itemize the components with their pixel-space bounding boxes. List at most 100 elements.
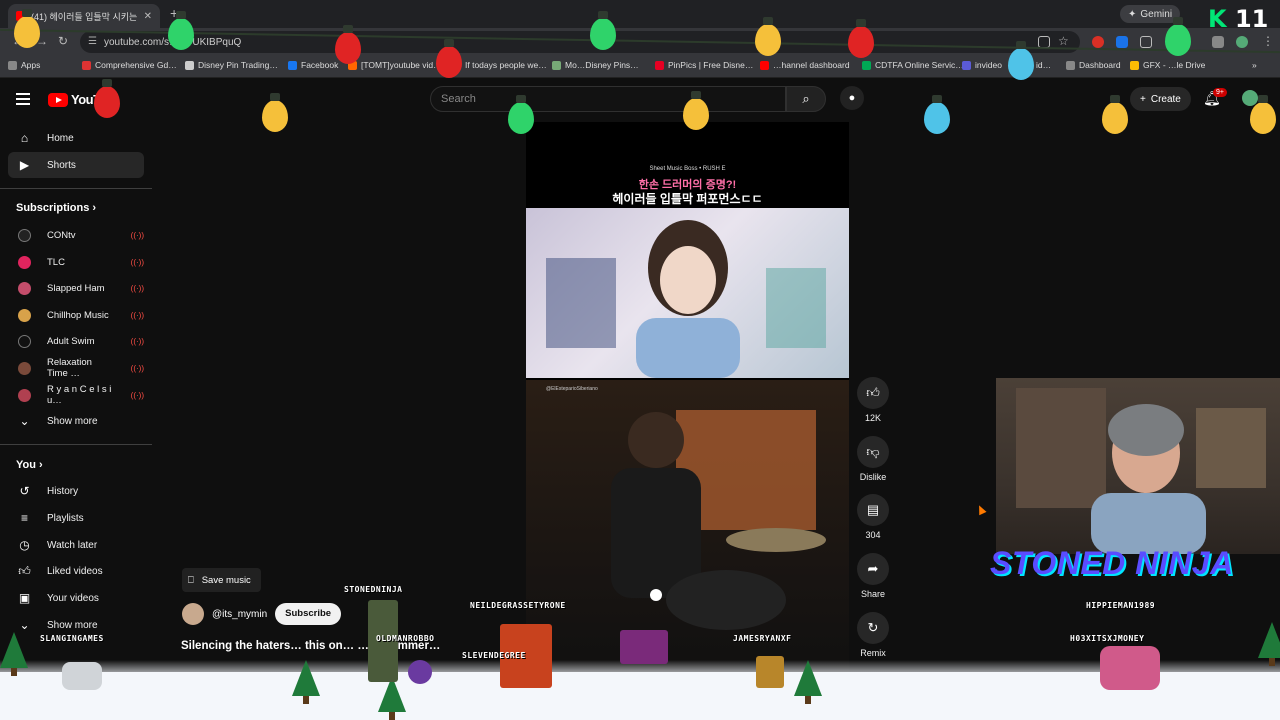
bookmark-icon: ⎕	[188, 574, 194, 586]
extension-red-icon[interactable]	[1092, 36, 1104, 48]
reload-icon[interactable]: ↻	[58, 34, 68, 48]
bookmark-item[interactable]: invideo	[962, 60, 1002, 70]
share-button[interactable]: ➦ Share	[857, 553, 889, 599]
live-icon: ((·))	[130, 336, 144, 346]
light-bulb-icon	[924, 95, 950, 134]
sidebar-item-slapped-ham[interactable]: Slapped Ham ((·))	[8, 275, 144, 301]
live-icon: ((·))	[130, 363, 144, 373]
bookmark-label: GFX - …le Drive	[1143, 60, 1206, 70]
extension-blue-icon[interactable]	[1116, 36, 1128, 48]
short-handle-overlay: @ElEsteparioSiberiano	[546, 386, 598, 392]
gemini-button[interactable]: ✦ Gemini	[1120, 5, 1181, 23]
short-video-player[interactable]: Sheet Music Boss • RUSH E 한손 드러머의 증명?! 헤…	[526, 122, 849, 678]
bookmark-item[interactable]: [TOMT]youtube vid…	[348, 60, 442, 70]
bookmark-item[interactable]: Comprehensive Gd…	[82, 60, 177, 70]
voice-search-button[interactable]: ●	[840, 86, 864, 110]
remix-icon: ↻	[857, 612, 889, 644]
home-icon: ⌂	[20, 131, 29, 145]
like-button[interactable]: 👍︎ 12K	[857, 377, 889, 423]
sidebar-item-chillhop[interactable]: Chillhop Music ((·))	[8, 302, 144, 328]
channel-handle[interactable]: @its_mymin	[212, 609, 267, 620]
tab-close-icon[interactable]: ✕	[144, 11, 152, 22]
sidebar-item-your-videos[interactable]: ▣ Your videos	[8, 585, 144, 611]
sidebar-item-relaxation-time[interactable]: Relaxation Time … ((·))	[8, 355, 144, 381]
bookmark-item[interactable]: Facebook	[288, 60, 338, 70]
sidebar-item-history[interactable]: ↺ History	[8, 478, 144, 504]
save-music-button[interactable]: ⎕ Save music	[182, 568, 261, 592]
game-sprite-pony	[1100, 646, 1160, 690]
bookmark-favicon-icon	[862, 60, 871, 70]
search-input[interactable]: Search	[430, 86, 786, 112]
sidebar-item-contv[interactable]: CONtv ((·))	[8, 222, 144, 248]
sidebar-item-label: Playlists	[47, 512, 84, 524]
snow-ground	[0, 672, 1280, 720]
bookmark-item[interactable]: PinPics | Free Disne…	[655, 60, 753, 70]
channel-avatar[interactable]	[182, 603, 204, 625]
plus-icon: +	[1140, 93, 1146, 105]
bookmark-item[interactable]: GFX - …le Drive	[1130, 60, 1205, 70]
more-bookmarks-icon[interactable]: »	[1252, 60, 1257, 70]
bookmark-item[interactable]: id…	[1036, 60, 1051, 70]
comment-icon: ▤	[857, 494, 889, 526]
sidebar-item-shorts[interactable]: ▶ Shorts	[8, 152, 144, 178]
channel-avatar	[18, 334, 31, 348]
mouse-cursor-icon	[975, 503, 987, 516]
remix-button[interactable]: ↻ Remix	[857, 612, 889, 658]
sidebar-item-label: Home	[47, 132, 74, 144]
dislike-button[interactable]: 👎︎ Dislike	[857, 436, 889, 482]
bookmark-apps[interactable]: Apps	[8, 60, 40, 70]
sidebar-item-playlists[interactable]: ≡ Playlists	[8, 505, 144, 531]
christmas-tree-icon	[794, 660, 822, 704]
light-bulb-icon	[436, 39, 462, 78]
sidebar-item-adult-swim[interactable]: Adult Swim ((·))	[8, 328, 144, 354]
youtube-logo[interactable]: YouT	[48, 92, 101, 107]
sidebar-item-home[interactable]: ⌂ Home	[8, 125, 144, 151]
bookmark-star-icon[interactable]: ☆	[1058, 34, 1069, 48]
you-title: You	[16, 459, 36, 471]
comment-count: 304	[865, 530, 881, 540]
chevron-down-icon: ⌄	[19, 618, 30, 632]
profile-icon[interactable]	[1236, 36, 1248, 48]
sidebar-item-liked-videos[interactable]: 👍︎ Liked videos	[8, 558, 144, 584]
browser-menu-icon[interactable]: ⋮	[1262, 34, 1274, 48]
bookmark-item[interactable]: CDTFA Online Servic…	[862, 60, 964, 70]
playlists-icon: ≡	[20, 511, 28, 525]
share-arrow-icon: ➦	[857, 553, 889, 585]
channel-avatar	[18, 308, 31, 322]
bookmark-item[interactable]: …hannel dashboard	[760, 60, 850, 70]
channel-name: Relaxation Time …	[47, 357, 92, 379]
show-more-subscriptions[interactable]: ⌄ Show more	[8, 408, 144, 434]
subscriptions-title: Subscriptions	[16, 202, 90, 214]
subscribe-button[interactable]: Subscribe	[275, 603, 342, 625]
search-button[interactable]: ⌕	[786, 86, 826, 112]
channel-avatar	[18, 388, 31, 402]
create-button[interactable]: + Create	[1130, 87, 1191, 111]
extensions-puzzle-icon[interactable]	[1140, 36, 1152, 48]
save-music-label: Save music	[201, 574, 251, 586]
sidebar-item-ryancelsius[interactable]: R y a n C e l s i u… ((·))	[8, 382, 144, 408]
sidebar-item-label: Watch later	[47, 539, 98, 551]
subscriptions-heading[interactable]: Subscriptions ›	[16, 202, 96, 214]
bookmark-item[interactable]: Dashboard	[1066, 60, 1121, 70]
game-sprite-robot	[756, 656, 784, 688]
bookmark-item[interactable]: Mo…Disney Pins…	[552, 60, 639, 70]
site-info-icon[interactable]: ☰	[88, 36, 97, 47]
bookmark-label: CDTFA Online Servic…	[875, 60, 964, 70]
sidebar-item-tlc[interactable]: TLC ((·))	[8, 249, 144, 275]
mic-icon: ●	[848, 92, 856, 104]
bookmark-item[interactable]: If todays people we…	[452, 60, 547, 70]
bookmark-label: Dashboard	[1079, 60, 1121, 70]
comments-button[interactable]: ▤ 304	[857, 494, 889, 540]
media-icon[interactable]	[1212, 36, 1224, 48]
sidebar-item-watch-later[interactable]: ◷ Watch later	[8, 532, 144, 558]
thumbs-up-icon: 👍︎	[857, 377, 889, 409]
show-more-label: Show more	[47, 415, 98, 427]
light-bulb-icon	[1250, 95, 1276, 134]
light-bulb-icon	[755, 17, 781, 56]
you-heading[interactable]: You ›	[16, 459, 43, 471]
hamburger-menu-icon[interactable]	[16, 93, 30, 105]
chat-username: STONEDNINJA	[344, 585, 403, 594]
light-bulb-icon	[590, 11, 616, 50]
sidebar-item-label: History	[47, 485, 79, 497]
bookmark-item[interactable]: Disney Pin Trading…	[185, 60, 278, 70]
